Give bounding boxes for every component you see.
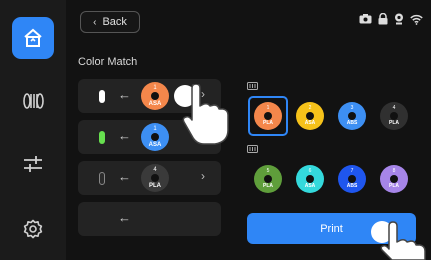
spool-icon: 5 PLA [254, 165, 282, 193]
back-button[interactable]: ‹ Back [80, 11, 140, 33]
slot-4[interactable]: 4 PLA [374, 96, 414, 136]
filament-spool-icon [23, 93, 44, 109]
spool-icon: 3 ABS [338, 102, 366, 130]
slot-3[interactable]: 3 ABS [332, 96, 372, 136]
camera-icon [359, 14, 372, 24]
slot-2[interactable]: 2 ASA [290, 96, 330, 136]
chevron-right-icon: › [201, 169, 205, 183]
slot-1[interactable]: 1 PLA [248, 96, 288, 136]
sidebar-item-controls[interactable] [12, 143, 54, 185]
spool-icon: 1 PLA [254, 102, 282, 130]
slot-7[interactable]: 7 ABS [332, 159, 372, 199]
status-bar [359, 13, 423, 25]
notification-icon [395, 13, 403, 25]
ams-unit-icon [247, 82, 258, 90]
spool-icon: 4 PLA [380, 102, 408, 130]
arrow-left-icon: ← [118, 128, 131, 143]
main-panel: ‹ Back Color Match ← 1 ASA › ← 1 ASA ← 4… [66, 0, 431, 260]
spool-icon: 2 ASA [296, 102, 324, 130]
settings-gear-icon [23, 219, 43, 239]
arrow-left-icon: ← [118, 87, 131, 102]
arrow-left-icon: ← [118, 169, 131, 184]
sliders-icon [24, 156, 42, 172]
print-button-label: Print [320, 222, 343, 235]
filament-color-indicator [99, 172, 105, 185]
chevron-left-icon: ‹ [93, 16, 97, 28]
spool-icon: 1 ASA [141, 123, 169, 151]
filament-color-indicator [99, 90, 105, 103]
spool-icon: 7 ABS [338, 165, 366, 193]
tap-hand-icon [174, 84, 229, 145]
wifi-icon [410, 14, 423, 25]
match-row-4[interactable]: ← [78, 202, 221, 236]
sidebar [0, 0, 66, 260]
back-button-label: Back [102, 16, 127, 28]
spool-icon: 1 ASA [141, 82, 169, 110]
tap-hand-icon [371, 221, 426, 260]
spool-icon: 6 ASA [296, 165, 324, 193]
match-row-3[interactable]: ← 4 PLA › [78, 161, 221, 195]
section-title: Color Match [78, 56, 138, 68]
filament-color-indicator [99, 131, 105, 144]
sidebar-item-filament[interactable] [12, 80, 54, 122]
slot-6[interactable]: 6 ASA [290, 159, 330, 199]
sidebar-item-home[interactable] [12, 17, 54, 59]
lock-icon [378, 13, 388, 25]
slot-8[interactable]: 8 PLA [374, 159, 414, 199]
ams-unit-icon [247, 145, 258, 153]
spool-icon: 4 PLA [141, 164, 169, 192]
home-printer-icon [24, 28, 42, 47]
slot-5[interactable]: 5 PLA [248, 159, 288, 199]
spool-icon: 8 PLA [380, 165, 408, 193]
arrow-left-icon: ← [118, 210, 131, 225]
sidebar-item-settings[interactable] [12, 208, 54, 250]
